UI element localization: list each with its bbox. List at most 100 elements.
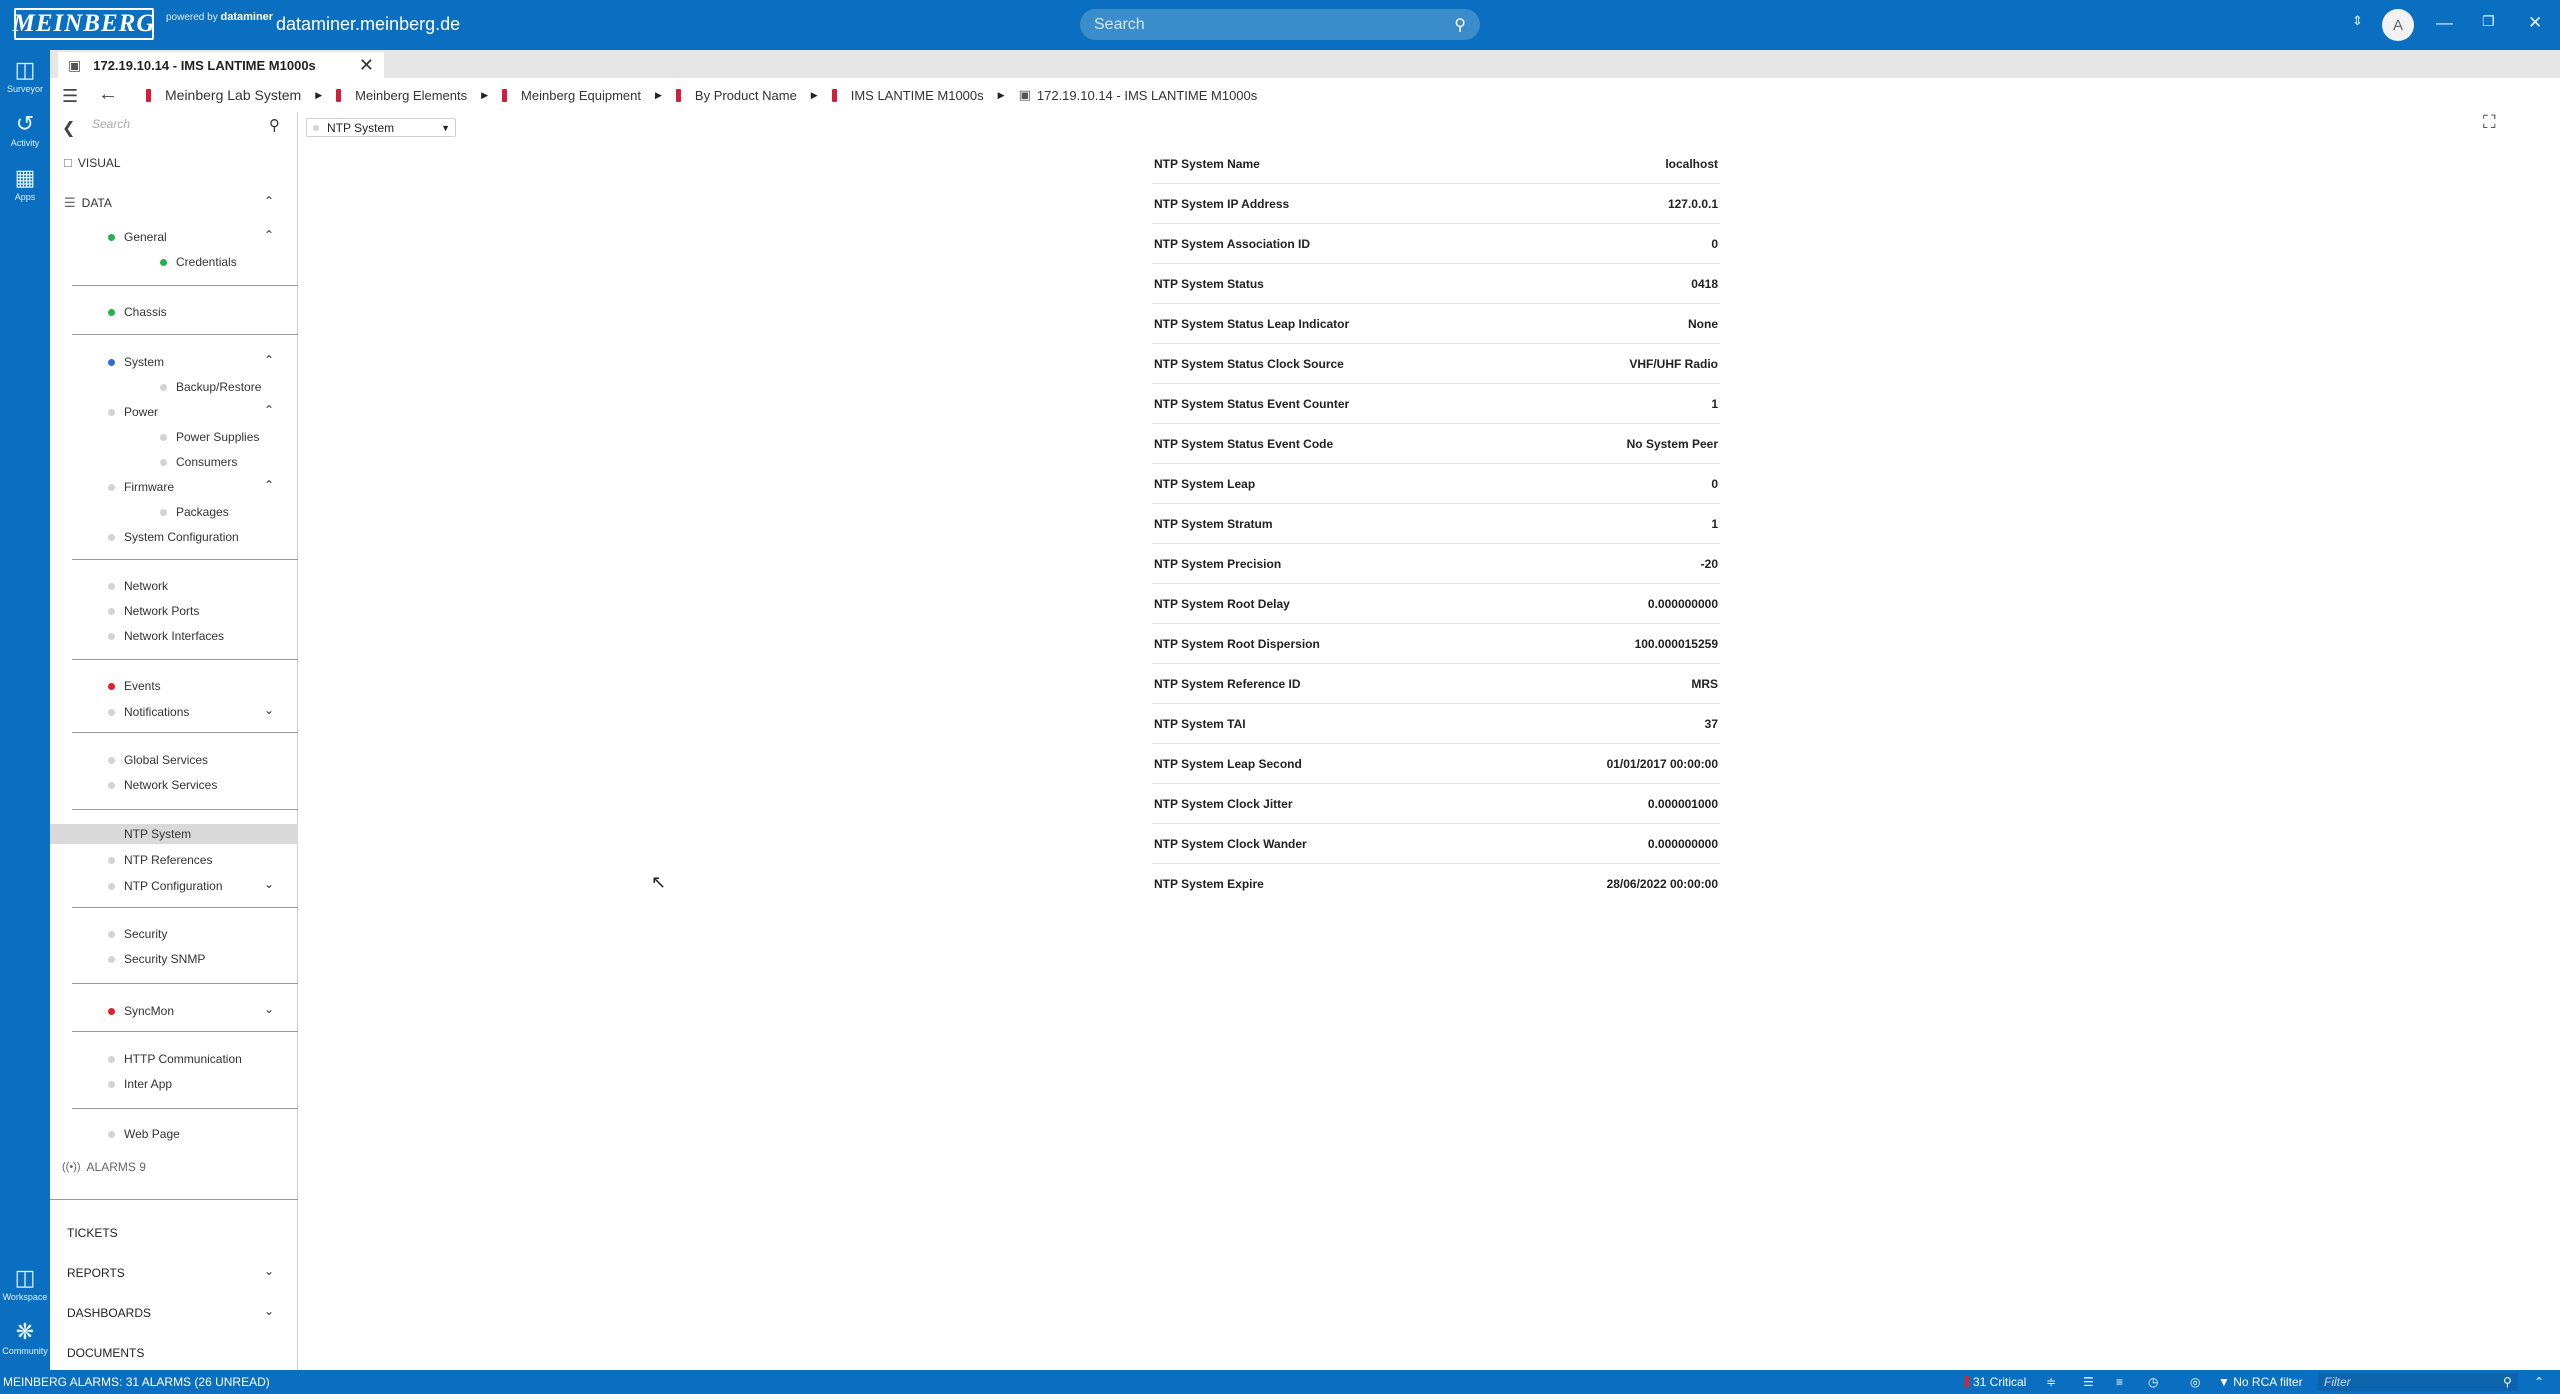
parameter-value[interactable]: 1 [1711,517,1718,531]
nav-item-backup-restore[interactable]: Backup/Restore [110,380,261,394]
chevron-up-icon[interactable]: ⌃ [2534,1375,2544,1389]
nav-alarms[interactable]: ((•)) ALARMS 9 [62,1160,146,1174]
focus-icon[interactable]: ◎ [2190,1375,2200,1389]
list-view-icon[interactable]: ☰ [2083,1375,2094,1389]
nav-item-network-interfaces[interactable]: Network Interfaces [108,629,224,643]
nav-item-global-services[interactable]: Global Services [108,753,208,767]
chevron-down-icon[interactable]: ⌄ [264,703,274,717]
nav-documents[interactable]: DOCUMENTS [67,1346,144,1360]
caret-right-icon[interactable]: ▶ [998,90,1005,101]
clock-icon[interactable]: ◷ [2148,1375,2158,1389]
alarm-filter[interactable] [2318,1373,2518,1391]
chevron-down-icon[interactable]: ⌄ [264,1002,274,1016]
chevron-up-icon[interactable]: ⌃ [264,478,274,492]
nav-item-ntp-references[interactable]: NTP References [108,853,212,867]
nav-item-inter-app[interactable]: Inter App [108,1077,172,1091]
parameter-value[interactable]: 127.0.0.1 [1668,197,1718,211]
alarm-filter-input[interactable] [2324,1375,2512,1389]
parameter-value[interactable]: 37 [1705,717,1718,731]
parameter-value[interactable]: 0.000000000 [1648,597,1718,611]
nav-dashboards[interactable]: DASHBOARDS [67,1306,151,1320]
nav-item-system-configuration[interactable]: System Configuration [108,530,239,544]
restore-icon[interactable]: ❐ [2482,13,2495,30]
nav-item-packages[interactable]: Packages [110,505,229,519]
parameter-value[interactable]: MRS [1691,677,1718,691]
nav-reports[interactable]: REPORTS [67,1266,125,1280]
breadcrumb-item[interactable]: IMS LANTIME M1000s ▶ [831,88,1005,103]
trend-icon[interactable]: ≑ [2046,1375,2056,1389]
nav-item-network-services[interactable]: Network Services [108,778,217,792]
nav-data[interactable]: ☰ DATA [64,195,112,211]
parameter-value[interactable]: No System Peer [1627,437,1718,451]
nav-item-credentials[interactable]: Credentials [110,255,237,269]
nav-search-input[interactable] [92,117,262,131]
caret-right-icon[interactable]: ▶ [811,90,818,101]
nav-item-consumers[interactable]: Consumers [110,455,237,469]
notifications-menu-icon[interactable]: ⇕ [2352,13,2363,29]
nav-item-power-supplies[interactable]: Power Supplies [110,430,259,444]
sort-icon[interactable]: ≡ [2116,1375,2123,1389]
nav-item-chassis[interactable]: Chassis [108,305,167,319]
breadcrumb-item[interactable]: ▣ 172.19.10.14 - IMS LANTIME M1000s [1019,87,1258,103]
nav-visual[interactable]: □ VISUAL [64,155,121,170]
critical-alarms[interactable]: 31 Critical [1965,1375,2026,1389]
parameter-value[interactable]: localhost [1665,157,1718,171]
parameter-value[interactable]: 0418 [1691,277,1718,291]
parameter-value[interactable]: VHF/UHF Radio [1629,357,1718,371]
chevron-down-icon[interactable]: ⌄ [264,877,274,891]
chevron-up-icon[interactable]: ⌃ [264,403,274,417]
chevron-up-icon[interactable]: ⌃ [264,228,274,242]
page-selector-dropdown[interactable]: NTP System ▼ [306,118,456,137]
rail-surveyor[interactable]: ◫ Surveyor [0,58,50,95]
rail-activity[interactable]: ↺ Activity [0,112,50,149]
parameter-value[interactable]: 0 [1711,477,1718,491]
chevron-down-icon[interactable]: ⌄ [264,1304,274,1318]
search-icon[interactable]: ⚲ [1454,15,1466,35]
fullscreen-icon[interactable]: ⛶ [2483,112,2496,133]
parameter-value[interactable]: 0 [1711,237,1718,251]
nav-item-network[interactable]: Network [108,579,168,593]
rail-community[interactable]: ❋ Community [0,1320,50,1357]
nav-item-notifications[interactable]: Notifications [108,705,189,719]
global-search-input[interactable] [1094,15,1455,34]
rca-filter[interactable]: ▼ No RCA filter [2218,1375,2303,1389]
parameter-value[interactable]: 100.000015259 [1635,637,1718,651]
chevron-up-icon[interactable]: ⌃ [264,194,274,208]
nav-item-security[interactable]: Security [108,927,167,941]
nav-item-events[interactable]: Events [108,679,161,693]
parameter-value[interactable]: 28/06/2022 00:00:00 [1607,877,1718,891]
nav-item-firmware[interactable]: Firmware [108,480,174,494]
parameter-value[interactable]: 0.000001000 [1648,797,1718,811]
hamburger-menu-icon[interactable]: ☰ [62,86,78,107]
parameter-value[interactable]: 01/01/2017 00:00:00 [1607,757,1718,771]
rail-apps[interactable]: ▦ Apps [0,166,50,203]
tab-element[interactable]: ▣ 172.19.10.14 - IMS LANTIME M1000s ✕ [58,52,384,78]
parameter-value[interactable]: 1 [1711,397,1718,411]
nav-item-network-ports[interactable]: Network Ports [108,604,199,618]
back-arrow-icon[interactable]: ← [98,83,118,106]
close-icon[interactable]: ✕ [359,55,374,76]
nav-item-web-page[interactable]: Web Page [108,1127,180,1141]
caret-right-icon[interactable]: ▶ [655,90,662,101]
nav-item-security-snmp[interactable]: Security SNMP [108,952,205,966]
caret-right-icon[interactable]: ▶ [315,90,322,101]
nav-item-syncmon[interactable]: SyncMon [108,1004,174,1018]
breadcrumb-item[interactable]: Meinberg Lab System ▶ [146,87,322,103]
chevron-down-icon[interactable]: ⌄ [264,1264,274,1278]
breadcrumb-item[interactable]: By Product Name ▶ [675,88,818,103]
search-icon[interactable]: ⚲ [2503,1375,2512,1389]
chevron-up-icon[interactable]: ⌃ [264,353,274,367]
nav-tickets[interactable]: TICKETS [67,1226,118,1240]
chevron-left-icon[interactable]: ❮ [62,118,75,138]
nav-item-http-communication[interactable]: HTTP Communication [108,1052,242,1066]
global-search[interactable]: ⚲ [1080,9,1480,40]
search-icon[interactable]: ⚲ [269,116,280,134]
rail-workspace[interactable]: ◫ Workspace [0,1266,50,1303]
nav-item-system[interactable]: System [108,355,164,369]
parameter-value[interactable]: 0.000000000 [1648,837,1718,851]
nav-item-general[interactable]: General [108,230,167,244]
nav-item-ntp-configuration[interactable]: NTP Configuration [108,879,223,893]
breadcrumb-item[interactable]: Meinberg Equipment ▶ [502,88,662,103]
nav-item-ntp-system[interactable]: NTP System [108,827,191,841]
breadcrumb-item[interactable]: Meinberg Elements ▶ [336,88,488,103]
